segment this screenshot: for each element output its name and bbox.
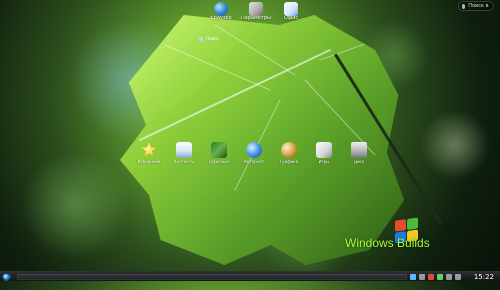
search-hint-text: Поиск <box>206 36 219 41</box>
main-icon-internet[interactable]: Интернет <box>237 142 271 164</box>
main-icon-label: Избранное <box>137 160 161 164</box>
top-right-search-pill[interactable]: Поиск в сети <box>458 1 494 11</box>
main-icon-graphics[interactable]: Графика <box>272 142 306 164</box>
main-icon-favorites[interactable]: Избранное <box>132 142 166 164</box>
main-icon-label: Диск <box>353 160 365 164</box>
main-icon-office[interactable]: Офисные <box>202 142 236 164</box>
main-icon-contacts[interactable]: Контакты <box>167 142 201 164</box>
star-icon <box>141 142 157 157</box>
tray-icon-4[interactable] <box>437 274 443 280</box>
tray-icon-2[interactable] <box>419 274 425 280</box>
main-icon-label: Контакты <box>173 160 195 164</box>
top-icon-settings[interactable]: Параметры системы <box>241 2 271 21</box>
top-icon-label: Параметры системы <box>241 16 271 21</box>
top-right-search-text: Поиск в сети <box>468 3 490 9</box>
drive-icon <box>351 142 367 158</box>
search-icon <box>199 36 203 41</box>
pill-dot-icon <box>462 3 466 9</box>
clock[interactable]: 15:22 <box>474 273 494 281</box>
top-icon-label: Браузер <box>210 16 232 21</box>
kde-launcher-icon[interactable] <box>2 273 11 281</box>
top-icons: Браузер Параметры системы Офис <box>206 2 306 32</box>
office-icon <box>211 142 227 158</box>
top-icon-browser[interactable]: Браузер <box>206 2 236 21</box>
main-icon-label: Офисные <box>209 160 229 164</box>
contacts-card-icon <box>176 142 192 158</box>
top-icon-label: Офис <box>283 16 299 21</box>
tools-icon <box>249 2 263 16</box>
tray-icon-3[interactable] <box>428 274 434 280</box>
tray-icon-6[interactable] <box>455 274 461 280</box>
main-icon-games[interactable]: Игры <box>307 142 341 164</box>
watermark: Windows Builds <box>340 217 452 255</box>
search-hint[interactable]: Поиск <box>199 36 247 41</box>
main-icon-label: Интернет <box>243 160 265 164</box>
main-icon-drive[interactable]: Диск <box>342 142 376 164</box>
main-icons: Избранное Контакты Офисные Интернет Граф… <box>132 142 372 172</box>
top-icon-office[interactable]: Офис <box>276 2 306 21</box>
watermark-text: Windows Builds <box>345 236 430 250</box>
main-icon-label: Игры <box>318 160 330 164</box>
globe-icon <box>214 2 228 16</box>
bokeh-spot <box>420 110 490 180</box>
taskbar-area[interactable] <box>17 274 407 280</box>
tray-icon-5[interactable] <box>446 274 452 280</box>
tray-icon-1[interactable] <box>410 274 416 280</box>
windows-logo-green <box>407 217 418 230</box>
bokeh-spot <box>20 150 130 260</box>
taskbar: 15:22 <box>0 271 500 281</box>
main-icon-label: Графика <box>279 160 299 164</box>
system-tray <box>410 274 461 280</box>
cards-icon <box>316 142 332 158</box>
internet-globe-icon <box>246 142 262 158</box>
document-icon <box>284 2 298 16</box>
windows-logo-red <box>395 219 406 232</box>
graphics-icon <box>281 142 297 158</box>
